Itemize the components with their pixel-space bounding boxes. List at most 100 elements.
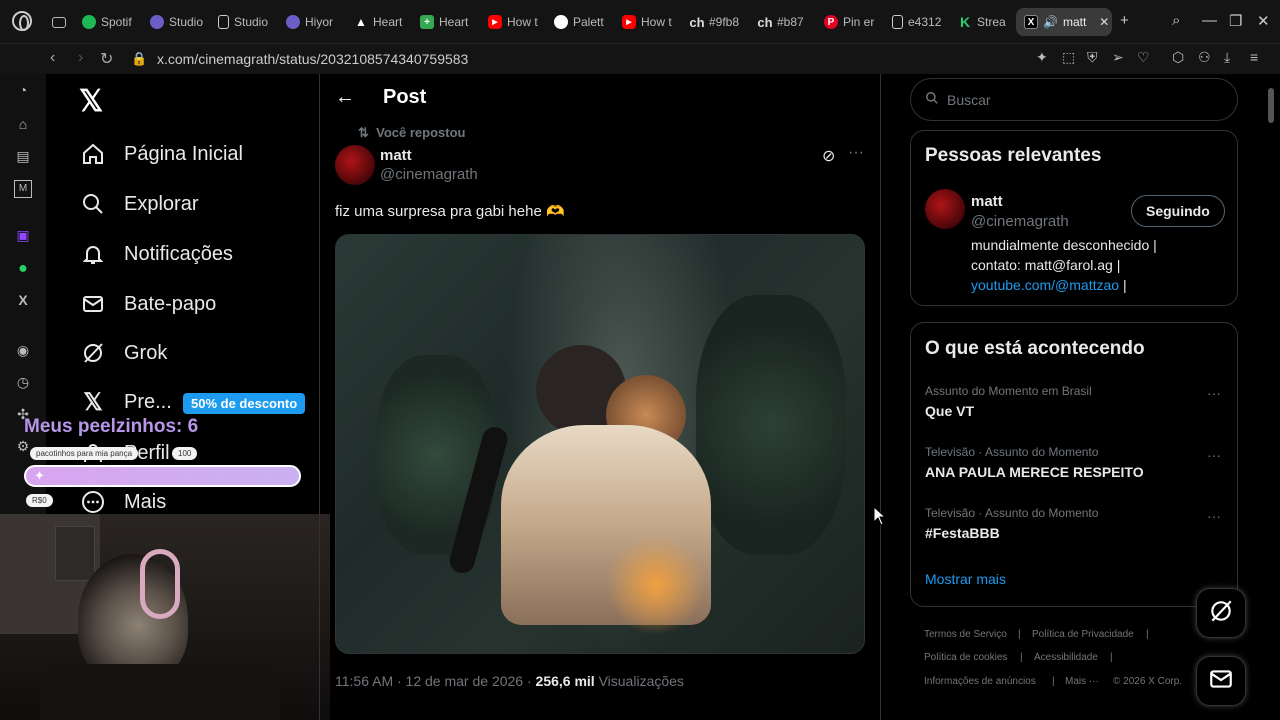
address-bar: ‹ › ↻ 🔒 x.com/cinemagrath/status/2032108…: [0, 44, 1280, 74]
tab-5[interactable]: + Heart: [412, 8, 476, 36]
x-app-icon[interactable]: X: [14, 292, 32, 310]
player-icon[interactable]: ◉: [14, 342, 32, 360]
webcam-poster: [55, 526, 95, 581]
tab-11[interactable]: P Pin er: [816, 8, 880, 36]
flow-icon[interactable]: ⌂: [14, 116, 32, 134]
footer-ads[interactable]: Informações de anúncios: [924, 676, 1036, 687]
footer-more[interactable]: Mais ···: [1065, 676, 1099, 687]
author-handle[interactable]: @cinemagrath: [380, 166, 478, 183]
nav-more[interactable]: Mais: [80, 489, 166, 515]
trend-title[interactable]: #FestaBBB: [925, 525, 1000, 541]
tab-9[interactable]: ch #9fb8: [682, 8, 746, 36]
tab-0[interactable]: Spotif: [74, 8, 138, 36]
x-logo-icon[interactable]: 𝕏: [79, 84, 103, 119]
close-tab-icon[interactable]: ✕: [1099, 15, 1109, 29]
avatar[interactable]: [335, 145, 375, 185]
reload-icon[interactable]: ↻: [100, 49, 113, 69]
footer-cookies[interactable]: Política de cookies: [924, 652, 1007, 663]
tab-10[interactable]: ch #b87: [750, 8, 814, 36]
forward-icon[interactable]: ›: [78, 49, 83, 67]
more-options-icon[interactable]: ···: [848, 144, 864, 162]
download-icon[interactable]: ⤓: [1224, 49, 1230, 66]
tab-gamepad[interactable]: [44, 8, 74, 36]
tab-12[interactable]: e4312: [884, 8, 948, 36]
trend-title[interactable]: ANA PAULA MERECE RESPEITO: [925, 464, 1144, 480]
show-more-link[interactable]: Mostrar mais: [925, 571, 1006, 587]
tab-13[interactable]: K Strea: [950, 8, 1014, 36]
post-meta: 11:56 AM · 12 de mar de 2026 · 256,6 mil…: [335, 673, 684, 689]
tab-4[interactable]: ▲ Heart: [346, 8, 410, 36]
goal-target: 100: [172, 447, 198, 460]
tab-8[interactable]: ▶ How t: [614, 8, 678, 36]
footer-terms[interactable]: Termos de Serviço: [924, 629, 1007, 640]
opera-logo-icon[interactable]: [12, 11, 32, 31]
app-icon: ▲: [355, 15, 367, 29]
menu-icon[interactable]: ≡: [1250, 49, 1258, 65]
minimize-icon[interactable]: —: [1202, 12, 1217, 29]
trend-more-icon[interactable]: ···: [1207, 385, 1221, 401]
send-icon[interactable]: ➢: [1112, 49, 1124, 66]
grok-explain-icon[interactable]: ⊘: [822, 146, 835, 166]
twitch-icon[interactable]: ▣: [14, 227, 32, 245]
post-time[interactable]: 11:56 AM · 12 de mar de 2026 ·: [335, 673, 536, 689]
bio-line: mundialmente desconhecido |: [971, 237, 1157, 253]
search-input[interactable]: Buscar: [910, 78, 1238, 121]
trend-more-icon[interactable]: ···: [1207, 447, 1221, 463]
speaker-icon[interactable]: 🔊: [1043, 15, 1058, 29]
tab-label: #b87: [777, 15, 804, 29]
bio-link[interactable]: youtube.com/@mattzao: [971, 277, 1119, 293]
relevant-handle[interactable]: @cinemagrath: [971, 213, 1069, 230]
back-icon[interactable]: ‹: [50, 49, 55, 67]
aria-icon[interactable]: ◔: [14, 82, 32, 100]
url-field[interactable]: x.com/cinemagrath/status/203210857434075…: [157, 51, 468, 67]
x-icon: X: [1024, 15, 1038, 29]
maximize-icon[interactable]: ❐: [1229, 12, 1242, 30]
new-tab-icon[interactable]: +: [1120, 12, 1129, 29]
shield-icon[interactable]: ⛨: [1087, 49, 1098, 66]
tab-6[interactable]: ▶ How t: [480, 8, 544, 36]
footer-accessibility[interactable]: Acessibilidade: [1034, 652, 1098, 663]
avatar[interactable]: [925, 189, 965, 229]
nav-grok[interactable]: Grok: [80, 340, 167, 366]
footer-sep: |: [1020, 652, 1023, 663]
account-icon[interactable]: ⚇: [1198, 49, 1211, 66]
close-window-icon[interactable]: ✕: [1257, 12, 1270, 30]
messages-fab[interactable]: [1196, 656, 1246, 706]
nav-premium[interactable]: 𝕏 Pre...: [80, 389, 171, 416]
nav-explore[interactable]: Explorar: [80, 191, 198, 217]
video-glow: [606, 535, 706, 635]
m-app-icon[interactable]: M: [14, 180, 32, 198]
trend-title[interactable]: Que VT: [925, 403, 974, 419]
pin-icon[interactable]: ✦: [1036, 49, 1048, 66]
following-button[interactable]: Seguindo: [1131, 195, 1225, 227]
lock-icon[interactable]: 🔒: [131, 51, 147, 67]
history-icon[interactable]: ◷: [14, 374, 32, 392]
nav-notifications[interactable]: Notificações: [80, 241, 233, 267]
pinboard-icon[interactable]: ▤: [14, 148, 32, 166]
snapshot-icon[interactable]: ⬚: [1062, 49, 1075, 66]
extensions-icon[interactable]: ⬡: [1172, 49, 1184, 66]
scrollbar[interactable]: [1268, 88, 1274, 123]
nav-messages[interactable]: Bate-papo: [80, 291, 216, 317]
grok-fab[interactable]: [1196, 588, 1246, 638]
tab-2[interactable]: Studio: [210, 8, 274, 36]
tab-7[interactable]: Palett: [546, 8, 610, 36]
footer-privacy[interactable]: Política de Privacidade: [1032, 629, 1134, 640]
author-name[interactable]: matt: [380, 147, 412, 164]
search-tabs-icon[interactable]: ⌕: [1172, 12, 1180, 29]
trend-more-icon[interactable]: ···: [1207, 508, 1221, 524]
premium-discount-badge[interactable]: 50% de desconto: [183, 393, 306, 414]
whatsapp-icon[interactable]: ●: [14, 260, 32, 278]
tab-label: Heart: [439, 15, 469, 29]
tab-14[interactable]: X 🔊 matt ✕: [1016, 8, 1112, 36]
tab-label: matt: [1062, 15, 1087, 29]
relevant-name[interactable]: matt: [971, 193, 1003, 210]
tab-3[interactable]: Hiyor: [278, 8, 342, 36]
nav-home[interactable]: Página Inicial: [80, 141, 243, 167]
tab-label: Spotif: [101, 15, 132, 29]
heart-icon[interactable]: ♡: [1137, 49, 1150, 66]
tab-1[interactable]: Studio: [142, 8, 206, 36]
spotify-icon: [82, 15, 96, 29]
post-video[interactable]: [335, 234, 865, 654]
back-arrow-icon[interactable]: ←: [335, 86, 355, 109]
